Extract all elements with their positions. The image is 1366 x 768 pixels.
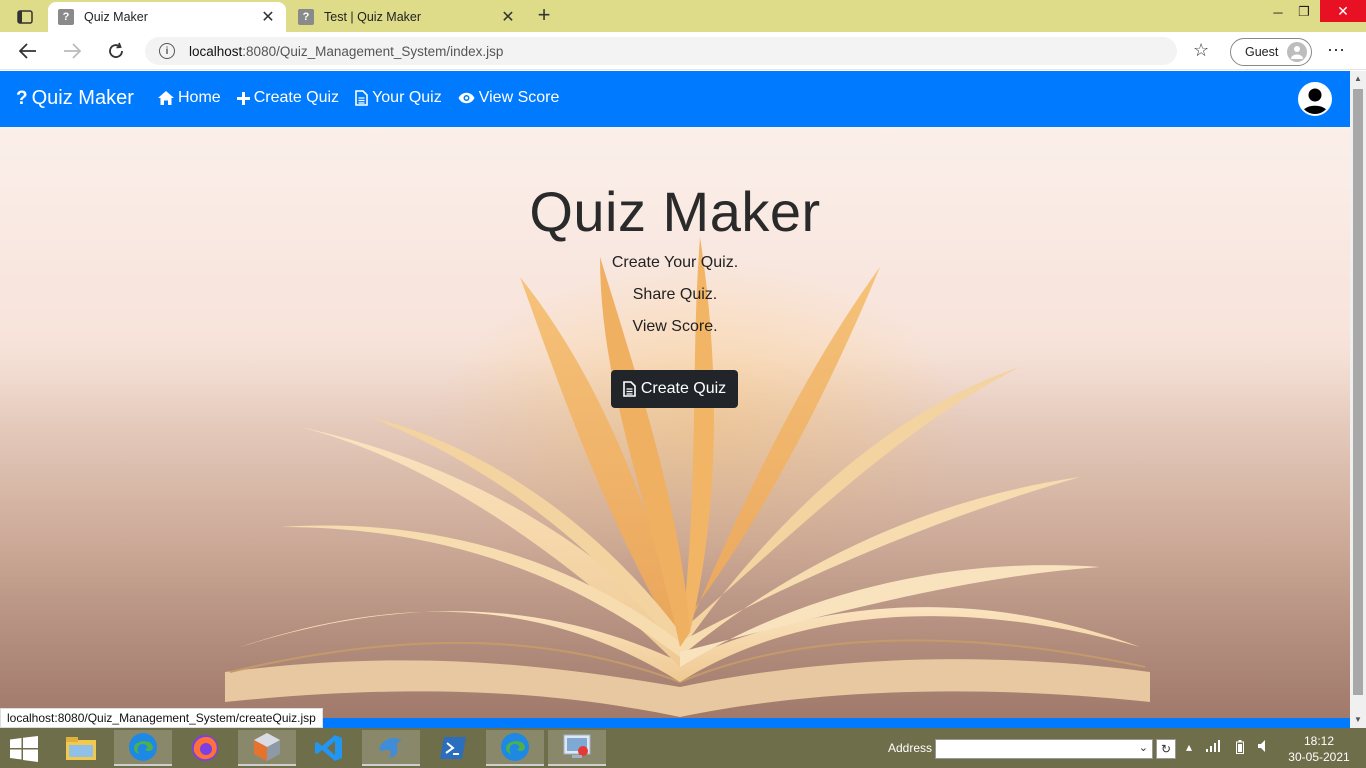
netbeans-icon[interactable] — [238, 730, 296, 766]
tab-title: Quiz Maker — [84, 10, 148, 24]
tab-quiz-maker[interactable]: ? Quiz Maker ✕ — [48, 2, 286, 32]
chevron-down-icon[interactable]: ⌄ — [1139, 741, 1148, 754]
scroll-thumb[interactable] — [1353, 89, 1363, 695]
taskbar-address-label: Address — [888, 741, 933, 755]
hero-section: Quiz Maker Create Your Quiz. Share Quiz.… — [0, 127, 1350, 728]
nav-link-label: View Score — [478, 89, 560, 106]
guest-avatar-icon — [1287, 42, 1307, 62]
taskbar-clock[interactable]: 18:12 30-05-2021 — [1282, 733, 1356, 765]
tagline-create: Create Your Quiz. — [611, 254, 739, 271]
restore-icon[interactable]: ❐ — [1290, 0, 1318, 24]
clock-time: 18:12 — [1303, 734, 1335, 748]
powershell-icon[interactable] — [424, 730, 482, 766]
firefox-icon[interactable] — [176, 730, 234, 766]
tagline-share: Share Quiz. — [632, 286, 718, 303]
plus-icon — [236, 91, 250, 105]
taskbar-refresh-icon[interactable]: ↻ — [1156, 739, 1176, 759]
taskbar-address-input[interactable]: ⌄ — [935, 739, 1153, 759]
favorites-icon[interactable]: ☆ — [1193, 40, 1209, 61]
home-icon — [158, 91, 174, 105]
nav-link-label: Your Quiz — [372, 89, 442, 106]
document-icon — [623, 381, 636, 397]
link-status-tooltip: localhost:8080/Quiz_Management_System/cr… — [0, 708, 323, 728]
tab-actions-icon[interactable] — [8, 6, 42, 28]
nav-link-your-quiz[interactable]: Your Quiz — [355, 89, 442, 107]
scroll-down-icon[interactable]: ▼ — [1350, 712, 1366, 728]
profile-label: Guest — [1245, 45, 1279, 59]
url-path: :8080/Quiz_Management_System/index.jsp — [242, 43, 504, 59]
refresh-icon[interactable] — [103, 39, 129, 63]
forward-icon[interactable] — [59, 39, 85, 63]
create-quiz-button[interactable]: Create Quiz — [611, 370, 738, 408]
edge-taskbar-icon[interactable] — [114, 730, 172, 766]
profile-button[interactable]: Guest — [1230, 38, 1312, 66]
page-scrollbar[interactable]: ▲ ▼ — [1350, 71, 1366, 728]
windows-start-icon[interactable] — [10, 736, 38, 762]
remote-desktop-icon[interactable] — [548, 730, 606, 766]
nav-link-create-quiz[interactable]: Create Quiz — [236, 89, 340, 107]
browser-tab-bar: ? Quiz Maker ✕ ? Test | Quiz Maker ✕ + ─… — [0, 0, 1366, 32]
url-input[interactable]: i localhost:8080/Quiz_Management_System/… — [145, 37, 1177, 65]
file-explorer-icon[interactable] — [52, 730, 110, 766]
tab-close-icon[interactable]: ✕ — [260, 7, 276, 27]
eye-icon — [458, 92, 475, 104]
nav-link-label: Create Quiz — [253, 89, 340, 106]
site-info-icon[interactable]: i — [159, 43, 175, 59]
tab-title: Test | Quiz Maker — [324, 10, 422, 24]
minimize-icon[interactable]: ─ — [1264, 0, 1292, 24]
nav-link-home[interactable]: Home — [158, 89, 221, 107]
back-icon[interactable] — [15, 39, 41, 63]
tagline-view: View Score. — [632, 318, 718, 335]
create-quiz-label: Create Quiz — [640, 380, 727, 397]
nav-link-label: Home — [178, 89, 221, 106]
battery-icon[interactable] — [1236, 740, 1244, 757]
page-favicon-icon: ? — [58, 9, 74, 25]
edge-active-icon[interactable] — [486, 730, 544, 766]
more-options-icon[interactable]: ⋯ — [1327, 40, 1346, 61]
user-avatar[interactable] — [1298, 82, 1332, 116]
brand-label: Quiz Maker — [31, 87, 134, 109]
clock-date: 30-05-2021 — [1288, 750, 1350, 764]
scroll-up-icon[interactable]: ▲ — [1350, 71, 1366, 87]
mysql-workbench-icon[interactable] — [362, 730, 420, 766]
volume-icon[interactable] — [1258, 740, 1270, 755]
site-navbar: ? Quiz Maker Home Create Quiz Your Quiz … — [0, 71, 1350, 127]
navbar-brand[interactable]: ? Quiz Maker — [16, 87, 134, 110]
tab-close-icon[interactable]: ✕ — [500, 7, 516, 27]
page-viewport: ? Quiz Maker Home Create Quiz Your Quiz … — [0, 71, 1350, 728]
tab-test-quiz-maker[interactable]: ? Test | Quiz Maker ✕ — [288, 2, 526, 32]
nav-link-view-score[interactable]: View Score — [458, 89, 560, 107]
network-icon[interactable] — [1206, 740, 1222, 755]
hero-title: Quiz Maker — [529, 180, 821, 243]
nav-links: Home Create Quiz Your Quiz View Score — [158, 89, 559, 107]
windows-taskbar: Address ⌄ ↻ ▴ 18:12 30-05-2021 — [0, 728, 1366, 768]
address-bar: i localhost:8080/Quiz_Management_System/… — [0, 32, 1366, 70]
window-close-icon[interactable]: ✕ — [1320, 0, 1366, 22]
tray-expand-icon[interactable]: ▴ — [1186, 740, 1192, 754]
new-tab-icon[interactable]: + — [532, 4, 556, 28]
document-icon — [355, 90, 368, 106]
question-icon: ? — [16, 87, 28, 109]
vscode-icon[interactable] — [300, 730, 358, 766]
page-favicon-icon: ? — [298, 9, 314, 25]
url-host: localhost — [189, 43, 243, 59]
